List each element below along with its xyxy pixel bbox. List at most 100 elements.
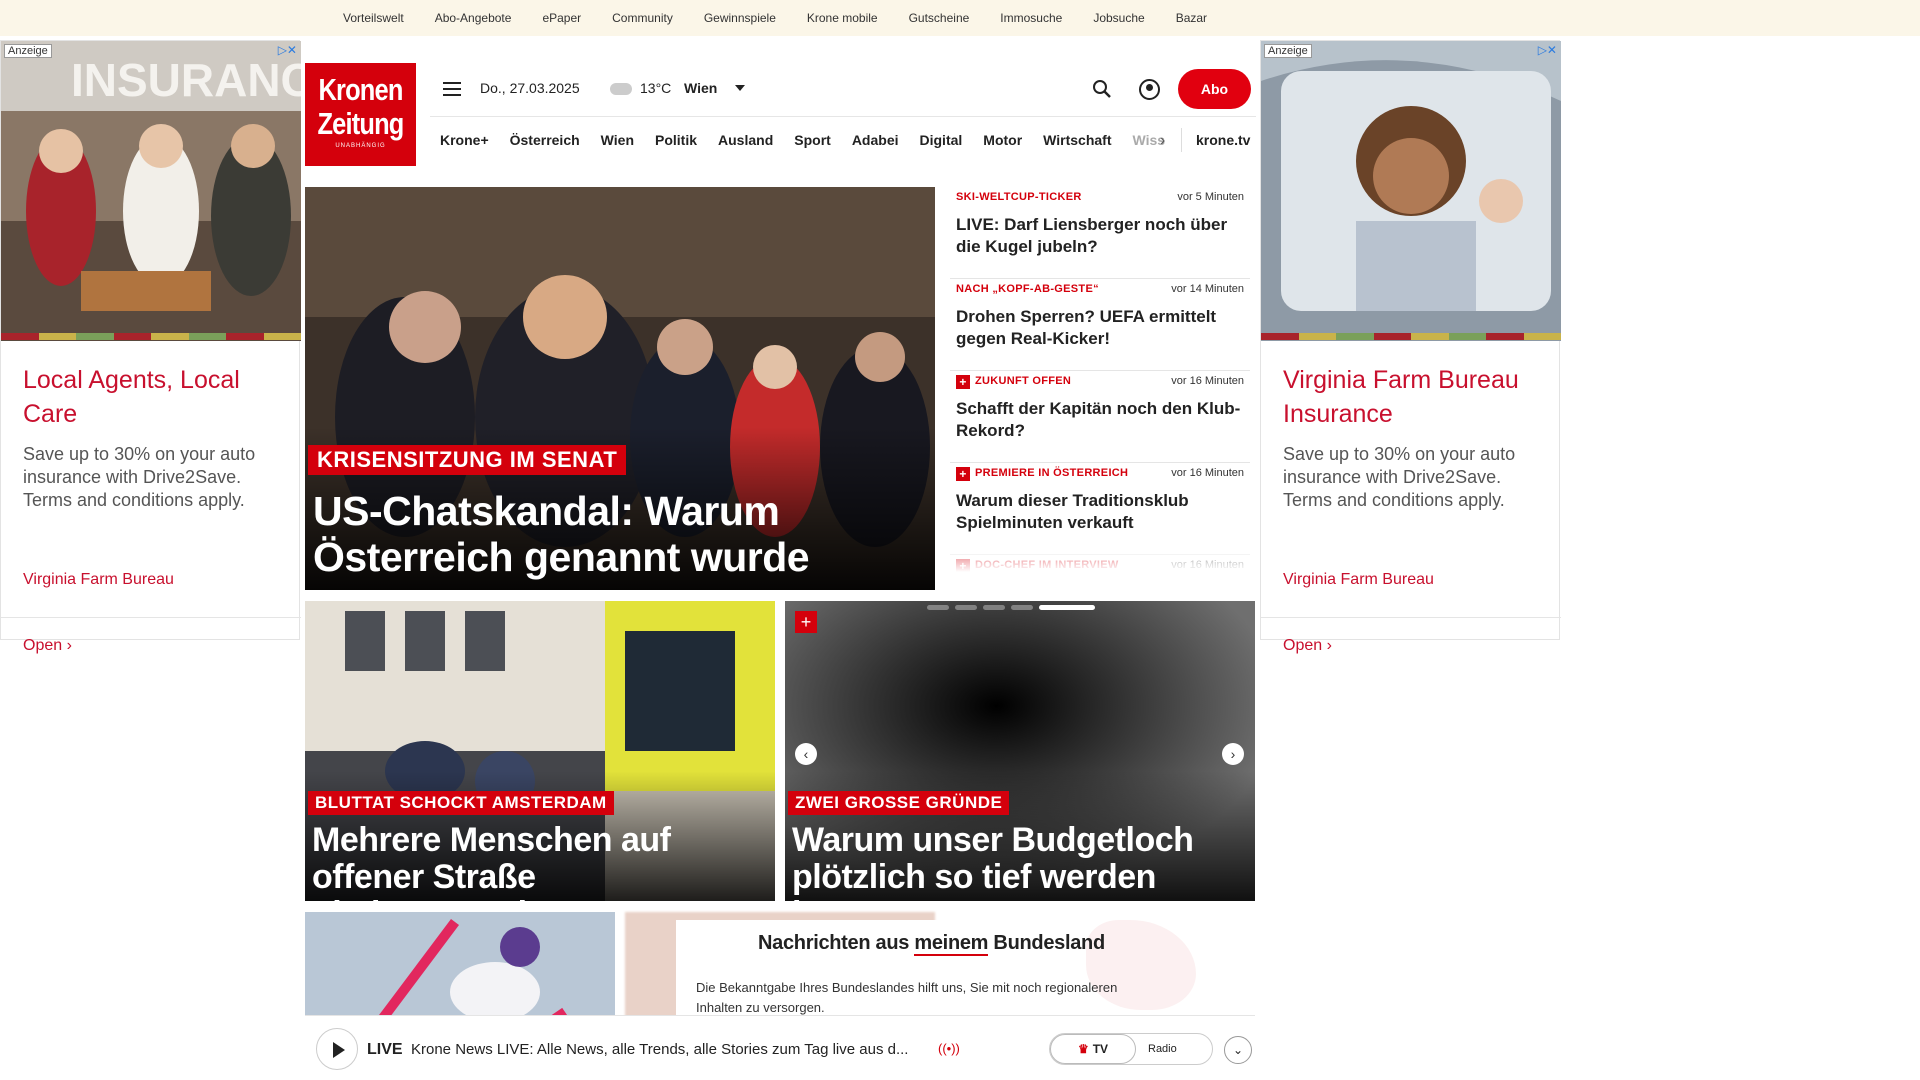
hero-article[interactable]: KRISENSITZUNG IM SENAT US-Chatskandal: W… [305,187,935,590]
top-service-bar: Vorteilswelt Abo-Angebote ePaper Community G… [0,0,1920,36]
live-player-bar: LIVE Krone News LIVE: Alle News, alle Tr… [305,1015,1255,1080]
hamburger-menu-icon[interactable] [443,82,461,100]
nav-item[interactable]: Digital [920,132,963,148]
hero-kicker: KRISENSITZUNG IM SENAT [308,445,627,475]
ticker-headline[interactable]: Warum dieser Traditionsklub Spielminuten… [956,490,1241,534]
top-link[interactable]: Bazar [1176,11,1207,25]
top-link[interactable]: Jobsuche [1093,11,1144,25]
ad-left[interactable]: INSURANC Anzeige ▷✕ Local Agents, Local … [0,40,301,654]
city-selector[interactable]: Wien [684,80,717,96]
modal-body: Die Bekanntgabe Ihres Bundeslandes hilft… [696,980,1118,1015]
ad-color-stripe [1,333,301,340]
article-card-budget[interactable]: ZWEI GROSSE GRÜNDE Warum unser Budgetloc… [785,601,1255,901]
nav-krone-tv[interactable]: krone.tv [1196,132,1250,148]
carousel-dot[interactable] [983,605,1005,610]
ticker-headline[interactable]: Schafft der Kapitän noch den Klub-Rekord… [956,398,1241,442]
ad-label: Anzeige [1264,44,1312,58]
top-link[interactable]: Gutscheine [909,11,970,25]
ad-divider [1,617,301,618]
chevron-right-icon: › [1326,637,1332,654]
ad-right[interactable]: Anzeige ▷✕ Virginia Farm Bureau Insuranc… [1260,40,1561,654]
tv-label: TV [1092,1042,1109,1056]
logo-line-2: Zeitung [317,106,404,141]
cloud-icon [610,83,632,95]
card-title[interactable]: Mehrere Menschen auf offener Straße nied… [312,822,772,902]
ad-body: Save up to 30% on your auto insurance wi… [23,444,256,510]
hero-title[interactable]: US-Chatskandal: Warum Österreich genannt… [313,488,928,580]
nav-item[interactable]: Politik [655,132,697,148]
live-label: LIVE [367,1041,403,1058]
nav-separator [1181,128,1182,152]
ad-close-icon[interactable]: ▷✕ [278,43,297,57]
chevron-right-icon: › [66,637,72,654]
ticker-kicker-text: SKI-WELTCUP-TICKER [956,191,1082,203]
ticker-kicker-text: NACH „KOPF-AB-GESTE“ [956,283,1099,295]
krone-plus-icon: + [795,611,817,633]
ticker-time: vor 16 Minuten [1171,467,1244,479]
ticker-item[interactable]: + ZUKUNFT OFFEN vor 16 Minuten Schafft der … [950,371,1250,463]
nav-item[interactable]: Sport [794,132,831,148]
ticker-time: vor 5 Minuten [1177,191,1244,203]
nav-scroll-right-icon[interactable]: › [1160,132,1165,150]
modal-title-emphasis: meinem [914,932,989,956]
top-link[interactable]: Gewinnspiele [704,11,776,25]
nav-item[interactable]: Krone+ [440,132,489,148]
card-title[interactable]: Warum unser Budgetloch plötzlich so tief… [792,822,1252,902]
ad-open-button[interactable]: Open › [23,637,72,655]
ad-open-button[interactable]: Open › [1283,637,1332,655]
ad-headline[interactable]: Virginia Farm Bureau Insurance [1283,363,1543,431]
nav-item[interactable]: Wirtschaft [1043,132,1111,148]
top-link[interactable]: Immosuche [1000,11,1062,25]
modal-title-pre: Nachrichten aus [758,932,915,954]
ad-label: Anzeige [4,44,52,58]
krone-plus-icon: + [956,375,970,389]
carousel-next-icon[interactable]: › [1222,743,1244,765]
tv-toggle-button[interactable]: ♛ TV [1050,1034,1136,1064]
carousel-dot-active[interactable] [1039,605,1095,610]
ticker-kicker: NACH „KOPF-AB-GESTE“ [956,283,1099,295]
current-date: Do., 27.03.2025 [480,80,580,96]
carousel-dots[interactable] [927,605,1095,610]
article-card-amsterdam[interactable]: BLUTTAT SCHOCKT AMSTERDAM Mehrere Mensch… [305,601,775,901]
ticker-headline[interactable]: Drohen Sperren? UEFA ermittelt gegen Rea… [956,306,1241,350]
nav-item[interactable]: Motor [983,132,1022,148]
nav-item[interactable]: Österreich [510,132,580,148]
main-navigation: Krone+ Österreich Wien Politik Ausland Sport A… [440,132,1186,148]
ticker-item[interactable]: SKI-WELTCUP-TICKER vor 5 Minuten LIVE: Dar… [950,187,1250,279]
nav-item[interactable]: Adabei [852,132,899,148]
modal-title: Nachrichten aus meinem Bundesland [758,932,1105,956]
chevron-down-icon[interactable]: ⌄ [1094,565,1106,572]
carousel-prev-icon[interactable]: ‹ [795,743,817,765]
chevron-down-icon[interactable] [735,85,745,91]
nav-item[interactable]: Ausland [718,132,773,148]
top-link[interactable]: Abo-Angebote [435,11,512,25]
top-link[interactable]: Krone mobile [807,11,878,25]
abo-button[interactable]: Abo [1178,69,1251,109]
ad-brand[interactable]: Virginia Farm Bureau [1283,571,1434,589]
temperature: 13°C [640,80,672,96]
top-link[interactable]: Community [612,11,673,25]
live-stream-title[interactable]: Krone News LIVE: Alle News, alle Trends,… [411,1041,941,1058]
nav-item[interactable]: Wien [601,132,634,148]
expand-chevron-icon[interactable]: ⌄ [1224,1036,1252,1064]
play-icon[interactable] [316,1028,358,1070]
ad-right-image[interactable] [1261,41,1561,341]
top-link[interactable]: Vorteilswelt [343,11,404,25]
ad-left-image[interactable]: INSURANC [1,41,301,341]
top-link[interactable]: ePaper [542,11,581,25]
top-links: Vorteilswelt Abo-Angebote ePaper Community G… [343,0,1238,36]
ticker-headline[interactable]: LIVE: Darf Liensberger noch über die Kug… [956,214,1241,258]
ad-left-image-text: INSURANC [71,54,301,106]
radio-toggle-button[interactable]: Radio [1148,1034,1177,1064]
carousel-dot[interactable] [1011,605,1033,610]
ticker-item[interactable]: NACH „KOPF-AB-GESTE“ vor 14 Minuten Drohen… [950,279,1250,371]
user-account-icon[interactable] [1139,79,1160,100]
tv-radio-toggle[interactable]: ♛ TV Radio [1049,1033,1213,1065]
ad-headline[interactable]: Local Agents, Local Care [23,363,283,431]
search-icon[interactable] [1092,79,1112,99]
kronen-zeitung-logo[interactable]: Kronen Zeitung UNABHÄNGIG [305,63,416,166]
carousel-dot[interactable] [927,605,949,610]
ad-close-icon[interactable]: ▷✕ [1538,43,1557,57]
ad-brand[interactable]: Virginia Farm Bureau [23,571,174,589]
carousel-dot[interactable] [955,605,977,610]
